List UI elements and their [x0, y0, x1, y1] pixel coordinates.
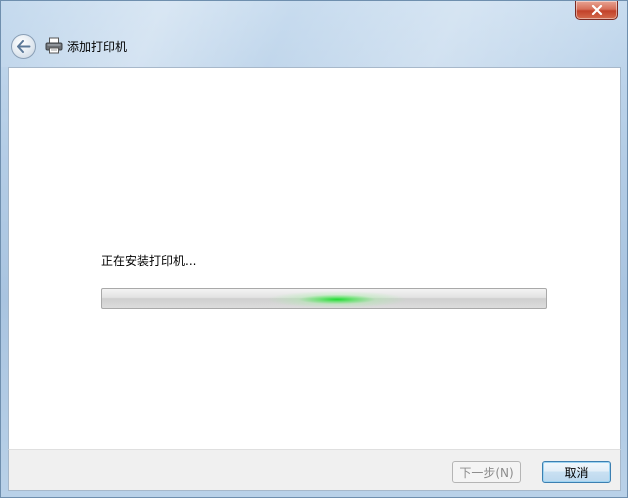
- close-icon: [591, 5, 602, 15]
- progress-marquee-glow: [267, 289, 407, 308]
- add-printer-window: 添加打印机 正在安装打印机... 下一步(N) 取消: [0, 0, 628, 498]
- cancel-button[interactable]: 取消: [542, 461, 611, 483]
- next-button[interactable]: 下一步(N): [452, 461, 521, 483]
- status-text: 正在安装打印机...: [101, 254, 197, 268]
- content-panel: 正在安装打印机...: [8, 67, 621, 449]
- button-bar: 下一步(N) 取消: [8, 449, 621, 491]
- close-button[interactable]: [575, 1, 618, 20]
- printer-icon: [45, 37, 63, 54]
- back-arrow-icon: [17, 40, 31, 53]
- window-title: 添加打印机: [67, 40, 128, 54]
- install-progress-bar: [101, 288, 547, 309]
- title-bar-glass: [1, 1, 627, 67]
- back-button[interactable]: [11, 34, 36, 59]
